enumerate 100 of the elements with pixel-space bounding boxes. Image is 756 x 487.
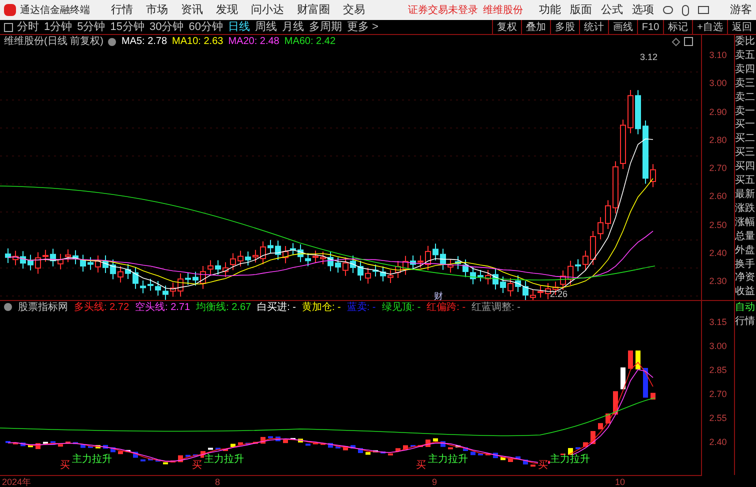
quote-tab[interactable]: 行情 — [735, 315, 756, 329]
quote-label: 总量 — [735, 230, 756, 244]
toolbar-button[interactable]: 标记 — [663, 20, 692, 34]
signal-tag: 主力拉升 — [428, 455, 468, 465]
quote-label: 买二 — [735, 132, 756, 146]
panel-toggle-icon[interactable] — [4, 22, 13, 32]
price-tick: 2.80 — [709, 136, 727, 145]
quote-label: 卖一 — [735, 104, 756, 118]
period-tab[interactable]: 周线 — [255, 18, 277, 36]
quote-label: 买四 — [735, 160, 756, 174]
mail-icon[interactable] — [698, 6, 709, 14]
app-logo-icon — [4, 4, 16, 16]
quote-label: 委比 — [735, 35, 756, 49]
quote-label: 外盘 — [735, 244, 756, 258]
indicator-legend: 黄加仓: - — [302, 300, 341, 314]
menu-item[interactable]: 市场 — [146, 2, 168, 18]
price-tick: 2.60 — [709, 192, 727, 202]
toolbar-button[interactable]: 叠加 — [520, 20, 550, 34]
indicator-tick: 2.55 — [709, 414, 727, 423]
period-tab[interactable]: 日线 — [228, 18, 250, 36]
quote-label: 最新 — [735, 188, 756, 202]
ma-legend: MA5: 2.78 — [121, 34, 168, 49]
low-price-label: 2.26 — [550, 288, 568, 301]
buy-signal: 买 — [60, 461, 70, 471]
date-label: 8 — [215, 476, 220, 487]
login-notice[interactable]: 证券交易未登录 — [408, 2, 478, 18]
date-label: 9 — [432, 476, 438, 487]
indicator-tick: 3.15 — [709, 318, 727, 327]
menu-item[interactable]: 问小达 — [251, 2, 284, 18]
period-tab[interactable]: 60分钟 — [188, 18, 223, 36]
signal-tag: 主力拉升 — [550, 455, 590, 465]
toolbar-button[interactable]: +自选 — [692, 20, 727, 34]
price-tick: 2.30 — [709, 277, 727, 286]
menu-item[interactable]: 发现 — [216, 2, 238, 18]
indicator-tick: 2.40 — [709, 438, 727, 447]
ma-legend: MA10: 2.63 — [172, 34, 224, 49]
indicator-legend: 绿见顶: - — [382, 300, 421, 314]
user-button[interactable]: 游客 — [730, 2, 752, 18]
buy-signal: 买 — [416, 461, 426, 471]
menu-item[interactable]: 版面 — [570, 2, 592, 18]
quote-tab[interactable]: 自动 — [735, 301, 756, 315]
quote-label: 买三 — [735, 146, 756, 160]
indicator-legend: 白买进: - — [257, 300, 296, 314]
stock-link[interactable]: 维维股份 — [483, 2, 523, 18]
buy-signal: 买 — [538, 461, 548, 471]
period-tab[interactable]: 月线 — [282, 18, 304, 36]
indicator-tick: 2.85 — [709, 366, 727, 375]
chart-title: 维维股份(日线 前复权) — [4, 34, 104, 49]
indicator-legend: 蓝卖: - — [346, 300, 376, 314]
menu-item[interactable]: 公式 — [601, 2, 623, 18]
buy-signal: 买 — [192, 461, 202, 471]
quote-label: 卖四 — [735, 62, 756, 77]
quote-label: 卖二 — [735, 90, 756, 105]
date-label: 2024年 — [2, 476, 32, 487]
signal-tag: 主力拉升 — [204, 455, 244, 465]
price-tick: 3.10 — [709, 51, 727, 60]
quote-label: 收益 — [735, 285, 756, 300]
quote-label: 买五 — [735, 174, 756, 188]
indicator-title: 股票指标网 — [18, 300, 68, 314]
quote-label: 卖五 — [735, 48, 756, 63]
high-price-label: 3.12 — [640, 51, 658, 64]
price-tick: 3.00 — [709, 79, 727, 88]
toolbar-button[interactable]: 复权 — [492, 20, 521, 34]
menu-item[interactable]: 选项 — [632, 2, 654, 18]
toolbar-button[interactable]: 返回 — [727, 20, 756, 34]
indicator-legend: 多头线: 2.72 — [74, 300, 130, 314]
price-tick: 2.50 — [709, 220, 727, 230]
period-tab[interactable]: 多周期 — [309, 18, 342, 36]
toolbar-button[interactable]: 统计 — [578, 20, 608, 34]
quote-label: 净资 — [735, 271, 756, 286]
menu-item[interactable]: 行情 — [111, 2, 133, 18]
panel-icon[interactable] — [684, 37, 693, 46]
menu-item[interactable]: 交易 — [343, 2, 365, 18]
indicator-legend: 均衡线: 2.67 — [196, 300, 252, 314]
indicator-tick: 2.70 — [709, 390, 727, 399]
quote-label: 换手 — [735, 258, 756, 272]
menu-item[interactable]: 资讯 — [181, 2, 203, 18]
toolbar-button[interactable]: 多股 — [550, 20, 579, 34]
quote-label: 买一 — [735, 118, 756, 132]
indicator-tick: 3.00 — [709, 342, 727, 351]
menu-item[interactable]: 财富圈 — [297, 2, 330, 18]
period-tab[interactable]: 分时 — [17, 18, 39, 36]
signal-tag: 主力拉升 — [72, 455, 112, 465]
ma-legend: MA20: 2.48 — [228, 34, 280, 49]
quote-label: 涨幅 — [735, 216, 756, 230]
period-tab[interactable]: 更多 > — [347, 18, 378, 36]
price-tick: 2.40 — [709, 248, 727, 258]
period-tab[interactable]: 30分钟 — [150, 18, 184, 36]
quote-label: 涨跌 — [735, 202, 756, 216]
indicator-legend: 红蓝调整: - — [472, 300, 520, 314]
period-tab[interactable]: 5分钟 — [77, 18, 106, 36]
indicator-legend: 空头线: 2.71 — [135, 300, 190, 314]
date-label: 10 — [615, 476, 626, 487]
quote-label: 卖三 — [735, 76, 756, 91]
toolbar-button[interactable]: F10 — [636, 20, 664, 34]
period-tab[interactable]: 15分钟 — [110, 18, 144, 36]
period-tab[interactable]: 1分钟 — [44, 18, 72, 36]
menu-item[interactable]: 功能 — [539, 2, 561, 18]
price-tick: 2.90 — [709, 108, 727, 116]
toolbar-button[interactable]: 画线 — [608, 20, 637, 34]
